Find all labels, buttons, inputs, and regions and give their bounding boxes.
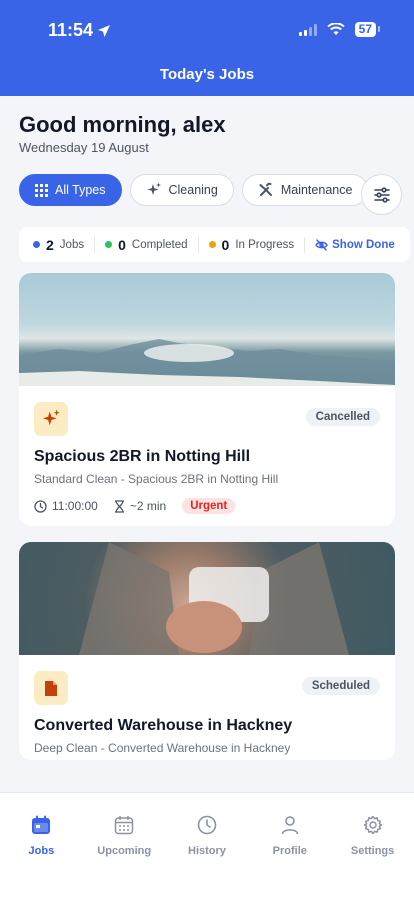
calendar-today-icon: [32, 815, 51, 834]
status-badge: Cancelled: [305, 408, 380, 426]
job-title: Converted Warehouse in Hackney: [34, 717, 293, 734]
cellular-signal-icon: [298, 23, 317, 36]
date-text: Wednesday 19 August: [19, 140, 149, 155]
job-stats-bar: 2 Jobs 0 Completed 0 In Progress Show Do…: [19, 227, 410, 262]
stat-in-progress-label: In Progress: [235, 238, 295, 251]
filter-chip-label: Maintenance: [280, 183, 353, 197]
landscape-illustration: [19, 339, 395, 386]
jobs-dot-icon: [33, 241, 40, 248]
job-card[interactable]: Scheduled Converted Warehouse in Hackney…: [19, 542, 395, 760]
status-badge: Scheduled: [301, 677, 380, 695]
stat-in-progress-count: 0: [221, 236, 230, 253]
tab-jobs[interactable]: Jobs: [0, 793, 83, 900]
priority-badge: Urgent: [182, 498, 236, 514]
hourglass-icon: [114, 499, 124, 513]
completed-dot-icon: [105, 241, 113, 248]
show-done-label: Show Done: [332, 238, 395, 251]
clock-icon: [34, 499, 47, 513]
tab-upcoming[interactable]: Upcoming: [83, 793, 166, 900]
sliders-icon: [373, 186, 390, 203]
stat-jobs-label: Jobs: [59, 238, 85, 251]
in-progress-dot-icon: [208, 241, 216, 248]
filter-chip-label: Cleaning: [168, 183, 218, 197]
tab-label: Profile: [272, 845, 307, 857]
divider: [304, 236, 306, 253]
sparkles-icon: [42, 409, 60, 426]
tab-profile[interactable]: Profile: [248, 793, 331, 900]
stat-completed-label: Completed: [131, 238, 188, 251]
job-title: Spacious 2BR in Notting Hill: [34, 448, 251, 465]
job-type-badge: [34, 402, 68, 436]
tab-label: Jobs: [28, 845, 55, 857]
tab-label: Upcoming: [97, 845, 152, 857]
tools-icon: [259, 182, 272, 196]
clock-icon: [197, 815, 217, 835]
stat-completed: 0 Completed: [105, 237, 197, 253]
job-type-badge: [34, 671, 68, 705]
job-card-body: Scheduled Converted Warehouse in Hackney…: [19, 655, 395, 755]
divider: [94, 236, 96, 253]
location-arrow-icon: [98, 24, 111, 37]
bottom-tab-bar: Jobs Upcoming History Profile Settings: [0, 792, 414, 900]
page-title: Today's Jobs: [159, 66, 255, 83]
document-icon: [45, 680, 57, 696]
filter-chip-maintenance[interactable]: Maintenance: [241, 174, 369, 206]
job-duration-text: ~2 min: [129, 499, 167, 513]
hands-illustration: [79, 542, 349, 655]
tab-settings[interactable]: Settings: [331, 793, 414, 900]
divider: [197, 236, 199, 253]
gear-icon: [363, 815, 382, 835]
job-time: 11:00:00: [34, 499, 98, 513]
tab-history[interactable]: History: [166, 793, 249, 900]
wifi-icon: [326, 23, 345, 35]
status-bar-indicators: 57: [298, 22, 381, 37]
filter-chips: All Types Cleaning Maintenance: [19, 174, 369, 206]
person-icon: [281, 816, 299, 835]
job-time-text: 11:00:00: [52, 499, 98, 513]
job-card-body: Cancelled Spacious 2BR in Notting Hill S…: [19, 386, 395, 514]
property-photo: [19, 542, 395, 655]
grid-icon: [35, 183, 48, 197]
job-subtitle: Standard Clean - Spacious 2BR in Notting…: [34, 472, 279, 486]
calendar-icon: [114, 816, 134, 835]
tab-label: Settings: [350, 845, 395, 857]
show-done-toggle[interactable]: Show Done: [315, 239, 395, 251]
job-duration: ~2 min: [114, 499, 166, 513]
sparkles-icon: [147, 182, 161, 195]
app-header: 11:54 57 Today's Jobs: [0, 0, 414, 96]
filter-settings-button[interactable]: [361, 174, 402, 215]
job-subtitle: Deep Clean - Converted Warehouse in Hack…: [34, 741, 291, 755]
job-meta: 11:00:00 ~2 min Urgent: [34, 498, 380, 514]
stat-jobs-count: 2: [46, 236, 54, 253]
property-photo: [19, 273, 395, 386]
status-time-text: 11:54: [48, 20, 94, 40]
tab-label: History: [188, 845, 226, 857]
filter-chip-cleaning[interactable]: Cleaning: [129, 174, 234, 206]
job-card[interactable]: Cancelled Spacious 2BR in Notting Hill S…: [19, 273, 395, 526]
stat-jobs: 2 Jobs: [33, 237, 94, 253]
stat-completed-count: 0: [118, 236, 126, 253]
status-bar-time: 11:54: [48, 20, 111, 41]
battery-indicator: 57: [354, 22, 381, 37]
filter-chip-label: All Types: [55, 183, 106, 197]
eye-off-icon: [315, 238, 328, 251]
filter-chip-all-types[interactable]: All Types: [19, 174, 122, 206]
stat-in-progress: 0 In Progress: [208, 236, 305, 253]
greeting-text: Good morning, alex: [19, 112, 226, 137]
